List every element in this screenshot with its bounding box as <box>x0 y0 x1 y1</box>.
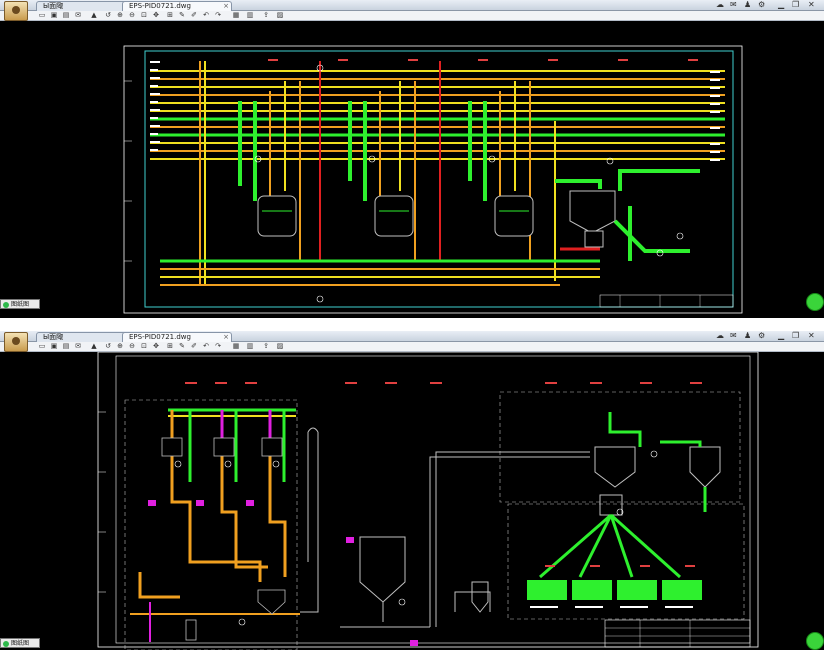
eraser-icon[interactable]: ✐ <box>190 12 198 19</box>
tab-home[interactable]: Ы面陬 × <box>36 332 130 342</box>
measure-icon[interactable]: ⊞ <box>166 343 174 350</box>
measure-icon[interactable]: ⊞ <box>166 12 174 19</box>
user-icon[interactable]: ♟ <box>744 0 751 10</box>
email-icon[interactable]: ✉ <box>74 343 82 350</box>
minimize-icon[interactable]: ▁ <box>778 331 784 341</box>
print-icon[interactable]: ▤ <box>62 343 70 350</box>
settings-icon[interactable]: ⚙ <box>758 0 765 10</box>
settings-icon[interactable]: ⚙ <box>758 331 765 341</box>
layer-icon[interactable]: ▦ <box>232 343 240 350</box>
restore-icon[interactable]: ❐ <box>792 0 799 10</box>
forward-icon[interactable]: ↷ <box>214 12 222 19</box>
app-logo-icon[interactable] <box>4 332 28 352</box>
assistant-bubble-icon[interactable] <box>806 632 824 650</box>
back-icon[interactable]: ↶ <box>202 343 210 350</box>
chat-icon[interactable]: ✉ <box>730 331 737 341</box>
layout-button-label: 图纸图 <box>11 640 30 647</box>
email-icon[interactable]: ✉ <box>74 12 82 19</box>
restore-icon[interactable]: ❐ <box>792 331 799 341</box>
print-icon[interactable]: ▤ <box>62 12 70 19</box>
zoom-in-icon[interactable]: ⊕ <box>116 12 124 19</box>
cloud-icon[interactable]: ☁ <box>716 331 724 341</box>
chat-icon[interactable]: ✉ <box>730 0 737 10</box>
tab-drawing[interactable]: EPS-PID0721.dwg × <box>122 1 232 11</box>
viewer-window-top: Ы面陬 × EPS-PID0721.dwg × ☁ ✉ ♟ ⚙ ▁ ❐ ✕ ▭ … <box>0 0 824 318</box>
help-icon[interactable]: ▨ <box>276 343 284 350</box>
help-icon[interactable]: ▨ <box>276 12 284 19</box>
toolbar: ▭ ▣ ▤ ✉ ▲ ↺ ⊕ ⊖ ⊡ ✥ ⊞ ✎ ✐ ↶ ↷ ▦ ▥ ⇪ ▨ <box>0 342 824 352</box>
zoom-window-icon[interactable]: ⊡ <box>140 12 148 19</box>
lock-icon[interactable]: ▲ <box>90 343 98 350</box>
pan-icon[interactable]: ✥ <box>152 12 160 19</box>
layout-icon[interactable]: ▥ <box>246 343 254 350</box>
user-icon[interactable]: ♟ <box>744 331 751 341</box>
layout-button[interactable]: 图纸图 <box>0 299 40 309</box>
back-icon[interactable]: ↶ <box>202 12 210 19</box>
drawing-canvas[interactable]: 图纸图 <box>0 21 824 318</box>
zoom-in-icon[interactable]: ⊕ <box>116 343 124 350</box>
layout-icon[interactable]: ▥ <box>246 12 254 19</box>
viewer-window-bottom: Ы面陬 × EPS-PID0721.dwg × ☁ ✉ ♟ ⚙ ▁ ❐ ✕ ▭ … <box>0 331 824 650</box>
tab-home[interactable]: Ы面陬 × <box>36 1 130 11</box>
title-bar: Ы面陬 × EPS-PID0721.dwg × ☁ ✉ ♟ ⚙ ▁ ❐ ✕ <box>0 0 824 21</box>
layout-button[interactable]: 图纸图 <box>0 638 40 648</box>
minimize-icon[interactable]: ▁ <box>778 0 784 10</box>
eraser-icon[interactable]: ✐ <box>190 343 198 350</box>
pen-icon[interactable]: ✎ <box>178 343 186 350</box>
pid-drawing-1 <box>123 45 743 314</box>
layout-button-label: 图纸图 <box>11 301 30 308</box>
drawing-canvas[interactable]: 图纸图 <box>0 352 824 650</box>
share-icon[interactable]: ⇪ <box>262 12 270 19</box>
zoom-window-icon[interactable]: ⊡ <box>140 343 148 350</box>
pid-drawing-2 <box>97 352 759 650</box>
tab-label: Ы面陬 <box>43 333 64 341</box>
assistant-bubble-icon[interactable] <box>806 293 824 311</box>
cloud-icon[interactable]: ☁ <box>716 0 724 10</box>
toolbar: ▭ ▣ ▤ ✉ ▲ ↺ ⊕ ⊖ ⊡ ✥ ⊞ ✎ ✐ ↶ ↷ ▦ ▥ ⇪ ▨ <box>0 11 824 21</box>
tab-label: EPS-PID0721.dwg <box>129 333 191 341</box>
undo-icon[interactable]: ↺ <box>104 12 112 19</box>
tab-label: Ы面陬 <box>43 2 64 10</box>
lock-icon[interactable]: ▲ <box>90 12 98 19</box>
folder-open-icon[interactable]: ▭ <box>38 12 46 19</box>
close-window-icon[interactable]: ✕ <box>808 331 815 341</box>
folder-open-icon[interactable]: ▭ <box>38 343 46 350</box>
tab-label: EPS-PID0721.dwg <box>129 2 191 10</box>
title-bar: Ы面陬 × EPS-PID0721.dwg × ☁ ✉ ♟ ⚙ ▁ ❐ ✕ <box>0 331 824 352</box>
zoom-out-icon[interactable]: ⊖ <box>128 343 136 350</box>
pan-icon[interactable]: ✥ <box>152 343 160 350</box>
tab-drawing[interactable]: EPS-PID0721.dwg × <box>122 332 232 342</box>
close-icon[interactable]: × <box>223 333 229 342</box>
forward-icon[interactable]: ↷ <box>214 343 222 350</box>
close-icon[interactable]: × <box>223 2 229 11</box>
undo-icon[interactable]: ↺ <box>104 343 112 350</box>
close-window-icon[interactable]: ✕ <box>808 0 815 10</box>
layer-icon[interactable]: ▦ <box>232 12 240 19</box>
save-icon[interactable]: ▣ <box>50 343 58 350</box>
share-icon[interactable]: ⇪ <box>262 343 270 350</box>
save-icon[interactable]: ▣ <box>50 12 58 19</box>
app-logo-icon[interactable] <box>4 1 28 21</box>
zoom-out-icon[interactable]: ⊖ <box>128 12 136 19</box>
pen-icon[interactable]: ✎ <box>178 12 186 19</box>
